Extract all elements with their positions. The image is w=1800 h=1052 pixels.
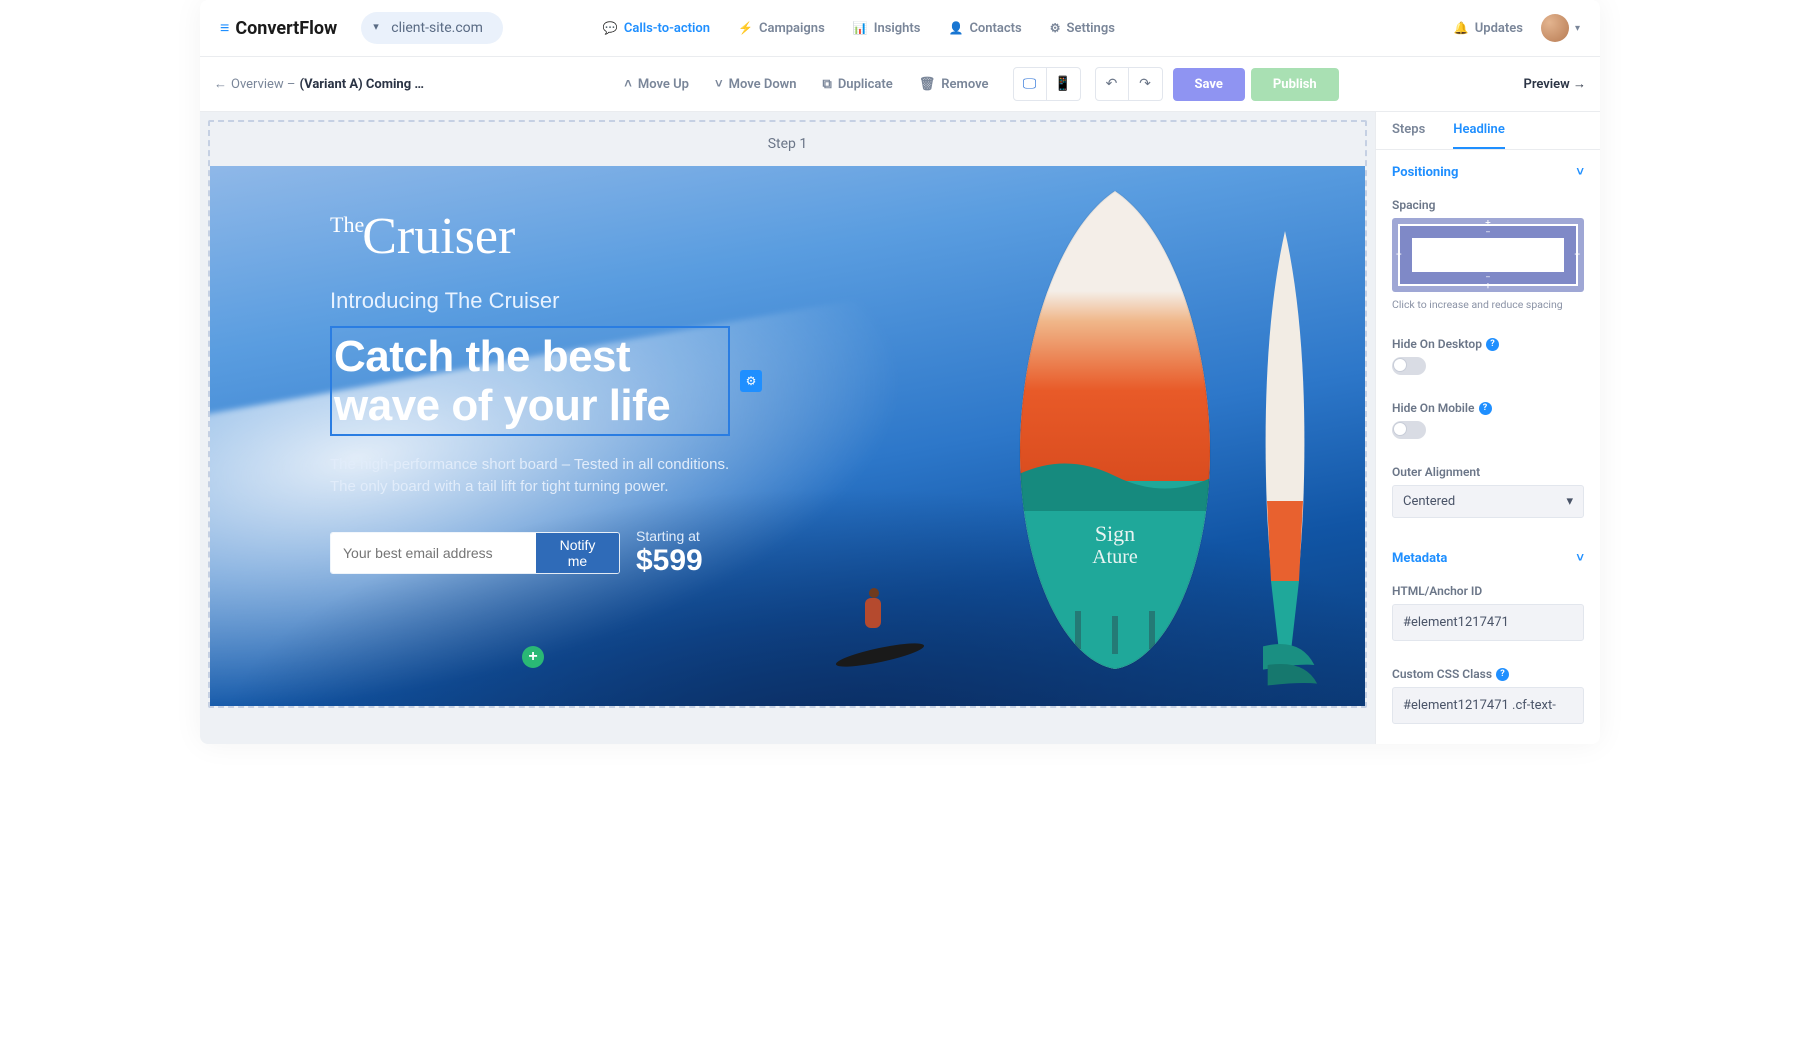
mobile-icon: 📱 <box>1054 76 1071 92</box>
hero-body[interactable]: The high-performance short board – Teste… <box>330 454 730 498</box>
email-field[interactable] <box>331 533 536 573</box>
properties-panel: Steps Headline Positioning ˅ Spacing + +… <box>1375 112 1600 744</box>
move-down-button[interactable]: ˅Move Down <box>705 70 807 98</box>
svg-text:Sign: Sign <box>1095 521 1135 546</box>
surfboard-image: Sign Ature <box>1015 191 1275 691</box>
hero-section[interactable]: TheCruiser Introducing The Cruiser Catch… <box>210 166 1365 706</box>
outer-align-label: Outer Alignment <box>1392 465 1584 479</box>
notify-button[interactable]: Notify me <box>536 533 619 573</box>
desktop-icon: 🖵 <box>1023 76 1037 92</box>
surfer-illustration <box>845 588 915 678</box>
chevron-down-icon: ˅ <box>1576 164 1584 180</box>
bolt-icon: ⚡ <box>738 21 753 35</box>
back-arrow-icon: ← <box>214 76 227 92</box>
element-settings-button[interactable]: ⚙ <box>740 370 762 392</box>
padding-top-handle[interactable]: – <box>1485 228 1490 237</box>
nav-insights[interactable]: 📊 Insights <box>853 21 921 36</box>
chevron-down-icon: ˅ <box>1576 550 1584 566</box>
help-icon[interactable]: ? <box>1486 338 1499 351</box>
canvas-area: Step 1 TheCruiser Introducing The Cruise… <box>200 112 1375 744</box>
duplicate-button[interactable]: ⧉Duplicate <box>813 71 903 98</box>
hide-mobile-label: Hide On Mobile ? <box>1392 401 1584 415</box>
brand-icon: ≡ <box>220 20 229 36</box>
hide-desktop-label: Hide On Desktop ? <box>1392 337 1584 351</box>
margin-left-handle[interactable]: + <box>1396 250 1402 261</box>
css-class-label: Custom CSS Class ? <box>1392 667 1584 681</box>
add-element-button[interactable]: + <box>522 646 544 668</box>
chevron-down-icon: ▾ <box>1566 494 1573 509</box>
mobile-view-button[interactable]: 📱 <box>1047 67 1081 101</box>
bars-icon: 📊 <box>853 21 868 35</box>
bell-icon: 🔔 <box>1454 21 1469 35</box>
headline-element-selected[interactable]: Catch the best wave of your life ⚙ <box>330 326 730 437</box>
updates-link[interactable]: 🔔 Updates <box>1454 21 1523 36</box>
avatar-menu-caret[interactable]: ▾ <box>1575 23 1580 34</box>
brand-logo[interactable]: ≡ ConvertFlow <box>220 18 337 39</box>
anchor-input[interactable]: #element1217471 <box>1392 604 1584 641</box>
top-navbar: ≡ ConvertFlow client-site.com 💬 Calls-to… <box>200 0 1600 57</box>
outer-align-select[interactable]: Centered ▾ <box>1392 485 1584 518</box>
gear-icon: ⚙ <box>1050 21 1061 35</box>
undo-icon: ↶ <box>1106 76 1118 92</box>
publish-button[interactable]: Publish <box>1251 68 1339 101</box>
breadcrumb[interactable]: ← Overview – (Variant A) Coming S… <box>214 76 429 92</box>
chevron-up-icon: ˄ <box>624 76 632 92</box>
tab-headline[interactable]: Headline <box>1453 122 1505 149</box>
anchor-label: HTML/Anchor ID <box>1392 584 1584 598</box>
gear-icon: ⚙ <box>746 374 757 388</box>
help-icon[interactable]: ? <box>1479 402 1492 415</box>
spacing-control[interactable]: + + + + – – <box>1392 218 1584 292</box>
step-label: Step 1 <box>210 122 1365 166</box>
section-positioning-header[interactable]: Positioning ˅ <box>1376 150 1600 190</box>
spacing-label: Spacing <box>1392 198 1584 212</box>
chevron-down-icon: ˅ <box>715 76 723 92</box>
avatar[interactable] <box>1541 14 1569 42</box>
trash-icon: 🗑 <box>919 77 936 92</box>
hero-intro[interactable]: Introducing The Cruiser <box>330 288 730 314</box>
brand-text: ConvertFlow <box>235 18 337 39</box>
nav-campaigns[interactable]: ⚡ Campaigns <box>738 21 825 36</box>
hero-headline: Catch the best wave of your life <box>334 332 726 431</box>
hide-mobile-toggle[interactable] <box>1392 421 1426 439</box>
signup-form: Notify me <box>330 532 620 574</box>
editor-toolbar: ← Overview – (Variant A) Coming S… ˄Move… <box>200 57 1600 112</box>
hero-logo: TheCruiser <box>330 216 730 258</box>
spacing-hint: Click to increase and reduce spacing <box>1392 298 1584 311</box>
svg-text:Ature: Ature <box>1092 546 1138 568</box>
redo-button[interactable]: ↷ <box>1129 67 1163 101</box>
price-block: Starting at $599 <box>636 528 703 578</box>
remove-button[interactable]: 🗑Remove <box>909 71 999 98</box>
preview-link[interactable]: Preview → <box>1523 76 1586 92</box>
nav-ctas[interactable]: 💬 Calls-to-action <box>603 21 710 36</box>
undo-button[interactable]: ↶ <box>1095 67 1129 101</box>
user-icon: 👤 <box>948 21 963 35</box>
move-up-button[interactable]: ˄Move Up <box>614 70 699 98</box>
desktop-view-button[interactable]: 🖵 <box>1013 67 1047 101</box>
nav-settings[interactable]: ⚙ Settings <box>1050 21 1115 36</box>
css-class-input[interactable]: #element1217471 .cf-text- <box>1392 687 1584 724</box>
site-switcher[interactable]: client-site.com <box>361 12 503 44</box>
save-button[interactable]: Save <box>1173 68 1245 101</box>
hide-desktop-toggle[interactable] <box>1392 357 1426 375</box>
margin-right-handle[interactable]: + <box>1574 250 1580 261</box>
padding-bottom-handle[interactable]: – <box>1485 273 1490 282</box>
copy-icon: ⧉ <box>823 77 832 92</box>
chat-icon: 💬 <box>603 21 618 35</box>
help-icon[interactable]: ? <box>1496 668 1509 681</box>
main-nav: 💬 Calls-to-action ⚡ Campaigns 📊 Insights… <box>603 21 1115 36</box>
tab-steps[interactable]: Steps <box>1392 122 1425 149</box>
margin-bottom-handle[interactable]: + <box>1485 281 1491 292</box>
redo-icon: ↷ <box>1139 76 1151 92</box>
nav-contacts[interactable]: 👤 Contacts <box>948 21 1021 36</box>
section-metadata-header[interactable]: Metadata ˅ <box>1376 536 1600 576</box>
